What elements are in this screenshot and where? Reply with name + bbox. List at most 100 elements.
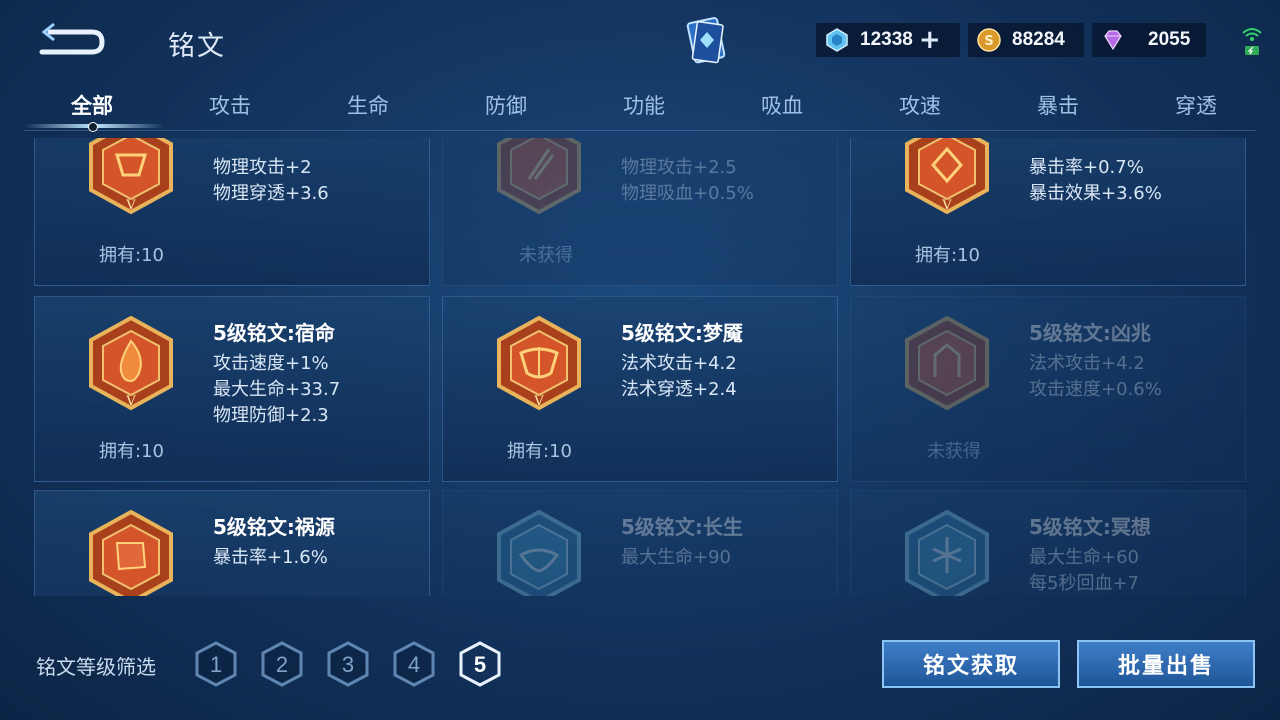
svg-text:V: V: [125, 198, 136, 213]
level-filter-number: 4: [408, 652, 420, 677]
owned-count: 拥有:10: [99, 245, 164, 266]
obtain-rune-button[interactable]: 铭文获取: [882, 640, 1060, 688]
gold-coin-icon: S: [977, 28, 1001, 52]
rune-grid[interactable]: V 物理攻击+2 物理穿透+3.6 拥有:10 物理攻击+2.5 物理吸血+0.…: [34, 138, 1246, 596]
top-bar: 铭文 12338 + S 88284 2055: [0, 0, 1280, 84]
rune-stat: 最大生命+90: [621, 547, 731, 568]
level-filter-5-selected[interactable]: 5: [458, 641, 502, 687]
level-filter-label: 铭文等级筛选: [36, 655, 156, 679]
rune-stats: 暴击率+1.6%: [213, 545, 328, 571]
diamond-amount: 12338: [860, 29, 913, 50]
level-filter-number: 2: [276, 652, 288, 677]
rune-card[interactable]: 5级铭文:长生 最大生命+90: [442, 490, 838, 596]
rune-card[interactable]: V 5级铭文:宿命 攻击速度+1% 最大生命+33.7 物理防御+2.3 拥有:…: [34, 296, 430, 482]
rune-stats: 法术攻击+4.2 攻击速度+0.6%: [1029, 351, 1162, 403]
level-filter-4[interactable]: 4: [392, 641, 436, 687]
rune-stat: 暴击效果+3.6%: [1029, 183, 1162, 204]
rune-book-icon[interactable]: [682, 14, 732, 68]
red-rune-emblem-icon: [497, 138, 581, 215]
rune-stat: 法术穿透+2.4: [621, 379, 737, 400]
rune-card[interactable]: V 暴击率+0.7% 暴击效果+3.6% 拥有:10: [850, 138, 1246, 286]
meditation-rune-emblem-icon: [905, 509, 989, 596]
rune-stat: 暴击率+1.6%: [213, 547, 328, 568]
rune-stat: 物理吸血+0.5%: [621, 183, 754, 204]
omen-rune-emblem-icon: [905, 315, 989, 411]
rune-stats: 暴击率+0.7% 暴击效果+3.6%: [1029, 155, 1162, 207]
owned-count: 拥有:10: [915, 245, 980, 266]
rune-stat: 最大生命+33.7: [213, 379, 341, 400]
rune-stats: 攻击速度+1% 最大生命+33.7 物理防御+2.3: [213, 351, 340, 429]
tab-penetration[interactable]: 穿透: [1136, 90, 1256, 120]
rune-stat: 法术攻击+4.2: [621, 353, 737, 374]
svg-text:V: V: [941, 198, 952, 213]
gem-counter: 2055: [1092, 23, 1206, 57]
rune-card[interactable]: 物理攻击+2.5 物理吸血+0.5% 未获得: [442, 138, 838, 286]
level-filter-number: 5: [474, 652, 486, 677]
scourge-rune-emblem-icon: [89, 509, 173, 596]
rune-name: 5级铭文:长生: [621, 515, 743, 539]
red-rune-emblem-icon: V: [89, 138, 173, 215]
svg-text:V: V: [125, 394, 136, 409]
svg-text:V: V: [533, 394, 544, 409]
red-rune-emblem-icon: V: [905, 138, 989, 215]
rune-card[interactable]: 5级铭文:凶兆 法术攻击+4.2 攻击速度+0.6% 未获得: [850, 296, 1246, 482]
rune-card[interactable]: V 物理攻击+2 物理穿透+3.6 拥有:10: [34, 138, 430, 286]
rune-stat: 法术攻击+4.2: [1029, 353, 1145, 374]
tab-attack[interactable]: 攻击: [170, 90, 290, 120]
tab-attack-speed[interactable]: 攻速: [860, 90, 980, 120]
gem-amount: 2055: [1148, 29, 1191, 50]
rune-name: 5级铭文:祸源: [213, 515, 335, 539]
level-filter-number: 1: [210, 652, 222, 677]
tab-all[interactable]: 全部: [32, 90, 152, 120]
purple-gem-icon: [1104, 30, 1122, 51]
rune-name: 5级铭文:梦魇: [621, 321, 743, 345]
level-filter-number: 3: [342, 652, 354, 677]
bulk-sell-button[interactable]: 批量出售: [1077, 640, 1255, 688]
rune-stat: 物理防御+2.3: [213, 405, 329, 426]
diamond-counter: 12338 +: [816, 23, 960, 57]
rune-stat: 物理攻击+2.5: [621, 157, 737, 178]
gold-amount: 88284: [1012, 29, 1065, 50]
category-tabs: 全部 攻击 生命 防御 功能 吸血 攻速 暴击 穿透: [24, 86, 1256, 132]
rune-name: 5级铭文:冥想: [1029, 515, 1151, 539]
rune-stat: 攻击速度+0.6%: [1029, 379, 1162, 400]
rune-stats: 物理攻击+2.5 物理吸血+0.5%: [621, 155, 754, 207]
svg-text:S: S: [984, 34, 993, 49]
diamond-icon: [826, 28, 848, 52]
rune-stat: 物理攻击+2: [213, 157, 312, 178]
rune-name: 5级铭文:宿命: [213, 321, 335, 345]
rune-stats: 物理攻击+2 物理穿透+3.6: [213, 155, 329, 207]
flame-rune-emblem-icon: V: [89, 315, 173, 411]
level-filter-3[interactable]: 3: [326, 641, 370, 687]
level-filter-2[interactable]: 2: [260, 641, 304, 687]
rune-stats: 最大生命+60 每5秒回血+7: [1029, 545, 1139, 596]
rune-stat: 暴击率+0.7%: [1029, 157, 1144, 178]
tab-defense[interactable]: 防御: [446, 90, 566, 120]
owned-count: 未获得: [927, 441, 981, 462]
rune-card[interactable]: 5级铭文:冥想 最大生命+60 每5秒回血+7: [850, 490, 1246, 596]
rune-stats: 法术攻击+4.2 法术穿透+2.4: [621, 351, 737, 403]
back-arrow-icon[interactable]: [36, 20, 108, 60]
rune-stat: 物理穿透+3.6: [213, 183, 329, 204]
gold-counter: S 88284: [968, 23, 1084, 57]
rune-stats: 最大生命+90: [621, 545, 731, 571]
owned-count: 拥有:10: [507, 441, 572, 462]
tab-health[interactable]: 生命: [308, 90, 428, 120]
tab-lifesteal[interactable]: 吸血: [722, 90, 842, 120]
page-title: 铭文: [168, 31, 226, 62]
wifi-icon: [1242, 28, 1262, 55]
rune-stat: 攻击速度+1%: [213, 353, 329, 374]
add-diamond-button[interactable]: +: [919, 27, 941, 53]
tab-critical[interactable]: 暴击: [998, 90, 1118, 120]
tab-function[interactable]: 功能: [584, 90, 704, 120]
rune-card[interactable]: 5级铭文:祸源 暴击率+1.6%: [34, 490, 430, 596]
rune-card[interactable]: V 5级铭文:梦魇 法术攻击+4.2 法术穿透+2.4 拥有:10: [442, 296, 838, 482]
owned-count: 拥有:10: [99, 441, 164, 462]
level-filter-1[interactable]: 1: [194, 641, 238, 687]
nightmare-rune-emblem-icon: V: [497, 315, 581, 411]
longevity-rune-emblem-icon: [497, 509, 581, 596]
rune-name: 5级铭文:凶兆: [1029, 321, 1151, 345]
owned-count: 未获得: [519, 245, 573, 266]
active-tab-dot: [88, 122, 98, 132]
rune-stat: 每5秒回血+7: [1029, 573, 1139, 594]
